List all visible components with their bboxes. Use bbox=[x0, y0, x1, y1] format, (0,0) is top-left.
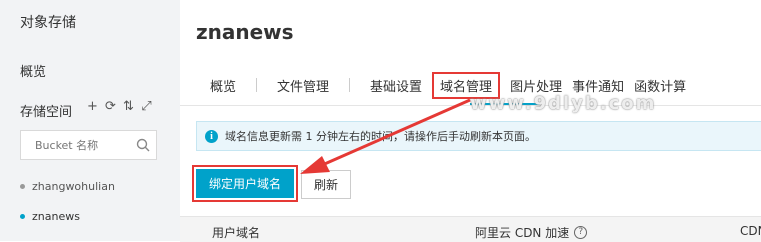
search-icon[interactable] bbox=[136, 138, 150, 152]
info-notice: i 域名信息更新需 1 分钟左右的时间，请操作后手动刷新本页面。 bbox=[196, 121, 761, 151]
bucket-name: znanews bbox=[32, 210, 80, 223]
page-title: znanews bbox=[196, 20, 294, 44]
tab-file-management[interactable]: 文件管理 bbox=[267, 76, 339, 95]
tab-divider bbox=[349, 78, 351, 92]
bind-domain-button[interactable]: 绑定用户域名 bbox=[196, 169, 294, 198]
column-header-cdn-accel-label: 阿里云 CDN 加速 bbox=[475, 226, 570, 240]
bucket-name: zhangwohulian bbox=[32, 180, 115, 193]
column-header-cdn-accel: 阿里云 CDN 加速 ? bbox=[475, 224, 588, 241]
info-icon: i bbox=[205, 129, 218, 143]
refresh-icon[interactable]: ⟳ bbox=[104, 100, 117, 113]
help-icon[interactable]: ? bbox=[574, 226, 588, 239]
sidebar: 对象存储 概览 存储空间 + ⟳ ⇅ ⤢ zhangwohulian znane… bbox=[0, 0, 180, 241]
main-panel: znanews 概览 文件管理 基础设置 域名管理 图片处理 事件通知 函数计算… bbox=[180, 0, 761, 242]
plus-icon[interactable]: + bbox=[86, 100, 99, 113]
tab-divider bbox=[256, 78, 258, 92]
bucket-search-input[interactable] bbox=[21, 131, 135, 159]
bucket-item-active[interactable]: znanews bbox=[20, 210, 80, 223]
column-header-domain: 用户域名 bbox=[212, 226, 261, 240]
watermark: www.9dlyb.com bbox=[470, 93, 657, 114]
bucket-dot-icon bbox=[20, 184, 25, 189]
tab-function-compute[interactable]: 函数计算 bbox=[634, 76, 696, 95]
refresh-button[interactable]: 刷新 bbox=[301, 170, 351, 199]
storage-space-label: 存储空间 bbox=[20, 105, 73, 120]
bucket-search bbox=[20, 130, 157, 160]
storage-actions: + ⟳ ⇅ ⤢ bbox=[86, 100, 153, 113]
sidebar-title: 对象存储 bbox=[20, 15, 76, 31]
sidebar-item-overview[interactable]: 概览 bbox=[20, 61, 46, 80]
bucket-item[interactable]: zhangwohulian bbox=[20, 180, 115, 193]
notice-text: 域名信息更新需 1 分钟左右的时间，请操作后手动刷新本页面。 bbox=[225, 130, 536, 143]
tab-image-processing[interactable]: 图片处理 bbox=[500, 76, 572, 95]
tab-overview[interactable]: 概览 bbox=[200, 76, 246, 95]
tab-event-notification[interactable]: 事件通知 bbox=[572, 76, 634, 95]
sort-icon[interactable]: ⇅ bbox=[122, 100, 135, 113]
bind-button-highlight: 绑定用户域名 bbox=[192, 165, 298, 202]
tab-basic-settings[interactable]: 基础设置 bbox=[360, 76, 432, 95]
table-header: 用户域名 阿里云 CDN 加速 ? CDN bbox=[180, 216, 761, 242]
expand-icon[interactable]: ⤢ bbox=[140, 100, 153, 113]
column-header-cdn: CDN bbox=[740, 224, 761, 238]
bucket-dot-icon bbox=[20, 214, 25, 219]
